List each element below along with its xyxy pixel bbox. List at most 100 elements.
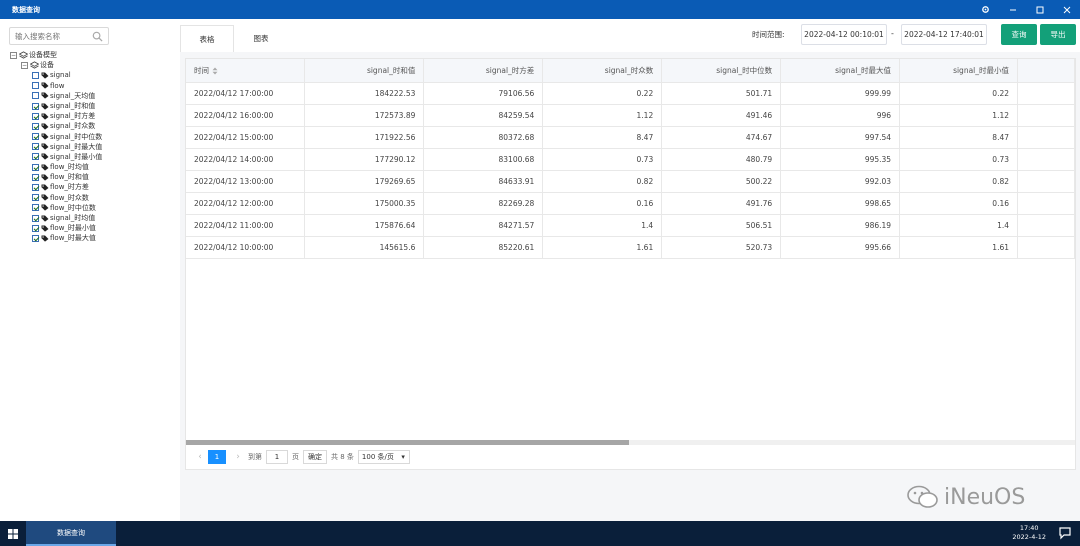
minimize-icon[interactable] xyxy=(999,0,1026,19)
tree-leaf-node[interactable]: signal_时均值 xyxy=(10,213,102,223)
column-header-time[interactable]: 时间 xyxy=(186,59,306,83)
tree-leaf-node[interactable]: signal_时众数 xyxy=(10,121,102,131)
search-icon[interactable] xyxy=(92,31,103,42)
scrollbar-thumb[interactable] xyxy=(186,440,629,445)
tree-checkbox[interactable] xyxy=(32,102,39,110)
tree-leaf-node[interactable]: signal_时方差 xyxy=(10,111,102,121)
start-time-input[interactable]: 2022-04-12 00:10:01 xyxy=(801,24,887,45)
tree-leaf-node[interactable]: signal_时中位数 xyxy=(10,132,102,142)
tree-leaf-node[interactable]: signal_时最小值 xyxy=(10,152,102,162)
search-box[interactable] xyxy=(9,27,109,45)
horizontal-scrollbar[interactable] xyxy=(186,440,1075,445)
tree-node-label: flow_时最大值 xyxy=(50,234,96,243)
tree-checkbox[interactable] xyxy=(32,204,39,212)
column-header[interactable]: signal_时和值 xyxy=(304,59,425,83)
end-time-input[interactable]: 2022-04-12 17:40:01 xyxy=(901,24,987,45)
cell-value: 501.71 xyxy=(661,82,782,105)
tag-icon xyxy=(41,72,49,79)
tag-icon xyxy=(41,102,49,110)
tree-leaf-node[interactable]: signal xyxy=(10,70,102,80)
table-row[interactable]: 2022/04/12 14:00:00 177290.12 83100.68 0.73… xyxy=(186,148,1075,171)
cell-time: 2022/04/12 12:00:00 xyxy=(186,192,306,215)
goto-page-input[interactable]: 1 xyxy=(266,450,288,464)
column-header[interactable]: signal_时众数 xyxy=(542,59,663,83)
layers-icon xyxy=(30,61,39,69)
tag-icon xyxy=(41,123,49,130)
tree-checkbox[interactable] xyxy=(32,133,39,141)
tree-checkbox[interactable] xyxy=(32,214,39,222)
main-area: 表格 图表 时间范围: 2022-04-12 00:10:01 - 2022-0… xyxy=(180,19,1080,521)
column-header[interactable]: signal_时方差 xyxy=(423,59,544,83)
table-row[interactable]: 2022/04/12 13:00:00 179269.65 84633.91 0.82… xyxy=(186,170,1075,193)
column-header[interactable]: signal_时中位数 xyxy=(661,59,782,83)
wechat-icon xyxy=(907,485,938,508)
page-number-current[interactable]: 1 xyxy=(208,450,226,464)
column-header[interactable]: signal_时最小值 xyxy=(899,59,1018,83)
windows-start-icon[interactable] xyxy=(0,521,26,546)
prev-page-icon[interactable]: ‹ xyxy=(194,452,206,462)
cell-time: 2022/04/12 15:00:00 xyxy=(186,126,306,149)
settings-icon[interactable] xyxy=(972,0,999,19)
tree-checkbox[interactable] xyxy=(32,143,39,151)
table-row[interactable]: 2022/04/12 15:00:00 171922.56 80372.68 8.47… xyxy=(186,126,1075,149)
tree-leaf-node[interactable]: flow_时方差 xyxy=(10,182,102,192)
tab-chart[interactable]: 图表 xyxy=(234,25,288,52)
tree-group-node[interactable]: − 设备 xyxy=(10,60,102,70)
tree-group-node[interactable]: − 设备模型 xyxy=(10,50,102,60)
tree-node-label: 设备 xyxy=(40,61,54,70)
tree-checkbox[interactable] xyxy=(32,234,39,242)
tree-leaf-node[interactable]: flow_时中位数 xyxy=(10,203,102,213)
tree-leaf-node[interactable]: signal_天均值 xyxy=(10,91,102,101)
query-button[interactable]: 查询 xyxy=(1001,24,1037,45)
cell-value: 995.35 xyxy=(780,148,901,171)
cell-value: 175000.35 xyxy=(304,192,425,215)
tree-checkbox[interactable] xyxy=(32,92,39,100)
tree-checkbox[interactable] xyxy=(32,224,39,232)
tree-leaf-node[interactable]: flow_时均值 xyxy=(10,162,102,172)
sort-icon[interactable] xyxy=(212,67,218,75)
table-row[interactable]: 2022/04/12 16:00:00 172573.89 84259.54 1.12… xyxy=(186,104,1075,127)
notification-icon[interactable] xyxy=(1058,526,1072,540)
sidebar: −设备模型−设备signalflowsignal_天均值signal_时和值si… xyxy=(0,19,180,521)
tree-node-label: flow_时最小值 xyxy=(50,224,96,233)
table-row[interactable]: 2022/04/12 11:00:00 175876.64 84271.57 1.4 5… xyxy=(186,214,1075,237)
tree-checkbox[interactable] xyxy=(32,194,39,202)
tree-checkbox[interactable] xyxy=(32,112,39,120)
tree-leaf-node[interactable]: flow xyxy=(10,81,102,91)
tree-checkbox[interactable] xyxy=(32,163,39,171)
tab-table[interactable]: 表格 xyxy=(180,25,234,52)
tree-leaf-node[interactable]: flow_时和值 xyxy=(10,172,102,182)
tree-checkbox[interactable] xyxy=(32,173,39,181)
toolbar: 表格 图表 时间范围: 2022-04-12 00:10:01 - 2022-0… xyxy=(180,19,1080,52)
tree-checkbox[interactable] xyxy=(32,153,39,161)
cell-value: 1.61 xyxy=(542,236,663,259)
collapse-toggle-icon[interactable]: − xyxy=(10,51,17,59)
column-header[interactable]: signal_时最大值 xyxy=(780,59,901,83)
tree-checkbox[interactable] xyxy=(32,82,39,90)
maximize-icon[interactable] xyxy=(1026,0,1053,19)
tree-checkbox[interactable] xyxy=(32,71,39,79)
tree-checkbox[interactable] xyxy=(32,122,39,130)
tree-leaf-node[interactable]: flow_时众数 xyxy=(10,193,102,203)
system-clock[interactable]: 17:40 2022-4-12 xyxy=(1012,524,1046,542)
collapse-toggle-icon[interactable]: − xyxy=(21,61,28,69)
page-size-select[interactable]: 100 条/页 ▾ xyxy=(357,450,410,464)
close-icon[interactable] xyxy=(1053,0,1080,19)
table-row[interactable]: 2022/04/12 17:00:00 184222.53 79106.56 0.22… xyxy=(186,82,1075,105)
tree-leaf-node[interactable]: flow_时最小值 xyxy=(10,223,102,233)
goto-confirm-button[interactable]: 确定 xyxy=(303,450,327,464)
tree-leaf-node[interactable]: signal_时最大值 xyxy=(10,142,102,152)
table-header-row: 时间 signal_时和值 signal_时方差 signal_时众数 signal_时… xyxy=(186,59,1075,83)
table-row[interactable]: 2022/04/12 10:00:00 145615.6 85220.61 1.61 5… xyxy=(186,236,1075,259)
export-button[interactable]: 导出 xyxy=(1040,24,1076,45)
next-page-icon[interactable]: › xyxy=(232,452,244,462)
tree-node-label: signal_时众数 xyxy=(50,122,96,131)
search-input[interactable] xyxy=(15,31,95,41)
tree-leaf-node[interactable]: signal_时和值 xyxy=(10,101,102,111)
tree-checkbox[interactable] xyxy=(32,184,39,192)
cell-filler xyxy=(1017,126,1075,149)
taskbar-app-button[interactable]: 数据查询 xyxy=(26,521,116,546)
table-row[interactable]: 2022/04/12 12:00:00 175000.35 82269.28 0.16… xyxy=(186,192,1075,215)
tag-icon xyxy=(41,82,49,89)
tree-leaf-node[interactable]: flow_时最大值 xyxy=(10,233,102,243)
